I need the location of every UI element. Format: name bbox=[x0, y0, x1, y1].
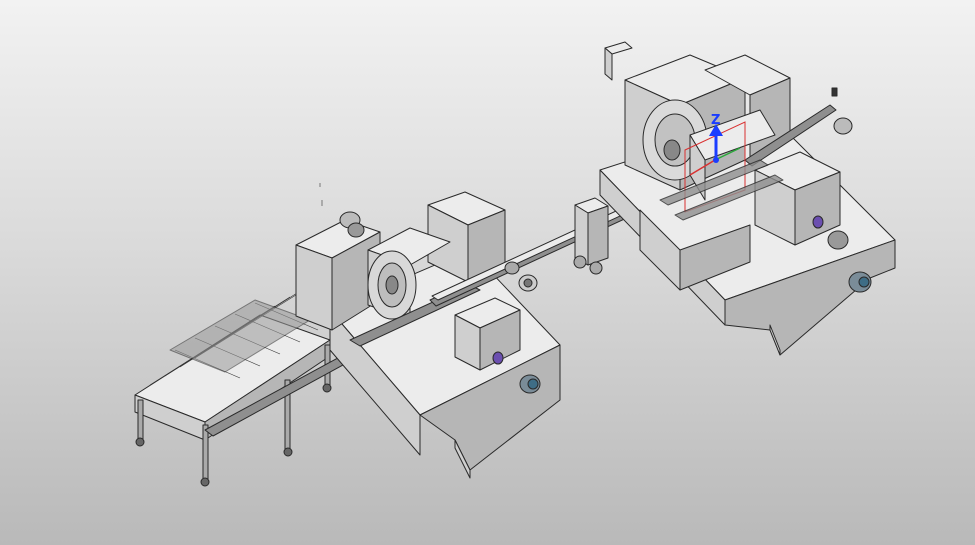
assembly-model[interactable]: Z bbox=[0, 0, 975, 545]
left-lathe[interactable] bbox=[295, 191, 561, 479]
right-lathe[interactable]: Z bbox=[599, 41, 896, 356]
annotation-marks bbox=[319, 183, 323, 206]
motor-icon bbox=[519, 374, 541, 394]
triad-z-label: Z bbox=[711, 113, 720, 128]
cad-viewport[interactable]: Z bbox=[0, 0, 975, 545]
